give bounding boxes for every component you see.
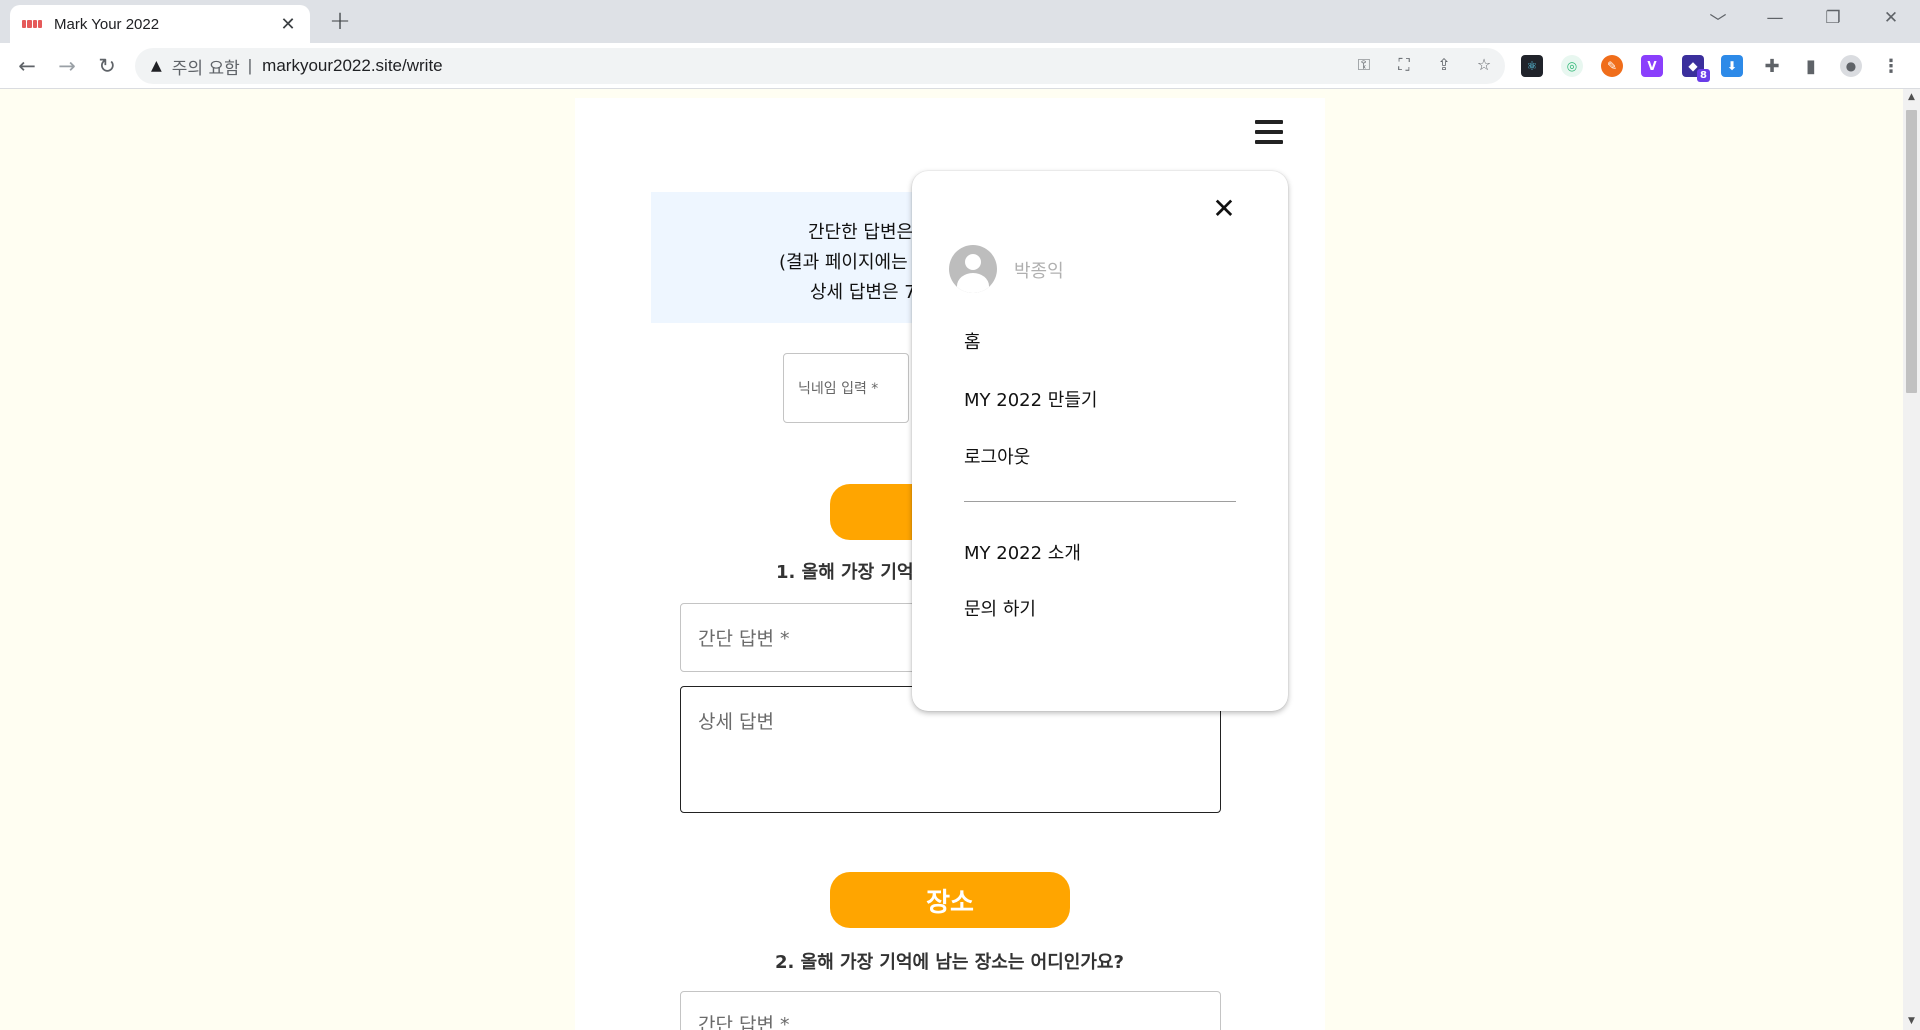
avatar	[949, 245, 997, 293]
browser-tab[interactable]: Mark Your 2022 ✕	[10, 5, 310, 43]
url-separator: |	[247, 56, 253, 75]
section1-detail-placeholder: 상세 답변	[698, 711, 774, 733]
profile-icon[interactable]: ●	[1840, 55, 1862, 77]
scroll-thumb[interactable]	[1906, 110, 1917, 393]
section2-question: 2. 올해 가장 기억에 남는 장소는 어디인가요?	[775, 952, 1124, 973]
nickname-input[interactable]: 닉네임 입력 *	[783, 353, 909, 423]
info-line-2: (결과 페이지에는	[779, 252, 908, 273]
section2-place-button[interactable]: 장소	[830, 872, 1070, 928]
page-scrollbar[interactable]: ▲ ▼	[1903, 89, 1920, 1030]
tab-close-icon[interactable]: ✕	[278, 14, 298, 35]
vue-extension-icon[interactable]: V	[1641, 55, 1663, 77]
browser-tab-bar: Mark Your 2022 ✕ + ﹀ — ❐ ✕	[0, 0, 1920, 43]
menu-item-home[interactable]: 홈	[964, 328, 981, 354]
restore-button[interactable]: ❐	[1818, 8, 1848, 28]
tab-title: Mark Your 2022	[54, 15, 160, 33]
scroll-up-arrow-icon[interactable]: ▲	[1903, 89, 1920, 106]
orange-extension-icon[interactable]: ✎	[1601, 55, 1623, 77]
minimize-button[interactable]: —	[1760, 8, 1790, 28]
section1-question: 1. 올해 가장 기억에	[776, 562, 931, 583]
bookmark-star-icon[interactable]: ☆	[1473, 55, 1495, 74]
section2-short-answer-input[interactable]: 간단 답변 *	[680, 991, 1221, 1030]
reload-button[interactable]: ↻	[91, 50, 123, 82]
react-devtools-extension-icon[interactable]: ⚛	[1521, 55, 1543, 77]
translate-icon[interactable]: ⛶	[1393, 55, 1415, 75]
new-tab-button[interactable]: +	[325, 6, 355, 36]
forward-button[interactable]: →	[51, 50, 83, 82]
password-key-icon[interactable]: ⚿	[1353, 55, 1375, 75]
back-button[interactable]: ←	[11, 50, 43, 82]
address-bar[interactable]: ▲ 주의 요함 | markyour2022.site/write ⚿ ⛶ ⇪ …	[135, 48, 1505, 84]
section2-place-label: 장소	[926, 887, 974, 918]
purple-extension-icon[interactable]: ◆ 8	[1682, 55, 1710, 82]
grammar-extension-icon[interactable]: ◎	[1561, 55, 1583, 77]
hamburger-menu-icon[interactable]	[1255, 120, 1283, 144]
security-warning-label[interactable]: 주의 요함	[172, 54, 240, 79]
tab-search-icon[interactable]: ﹀	[1703, 8, 1733, 33]
menu-item-create-my2022[interactable]: MY 2022 만들기	[964, 386, 1097, 412]
warning-icon[interactable]: ▲	[151, 58, 162, 74]
scroll-down-arrow-icon[interactable]: ▼	[1903, 1013, 1920, 1030]
section1-short-placeholder: 간단 답변 *	[698, 628, 790, 650]
extension-badge: 8	[1697, 69, 1710, 82]
menu-divider	[964, 501, 1236, 502]
info-line-3: 상세 답변은 7	[810, 282, 916, 303]
nickname-placeholder: 닉네임 입력 *	[798, 381, 879, 397]
menu-close-icon[interactable]: ✕	[1210, 195, 1238, 223]
extensions-puzzle-icon[interactable]: ✚	[1761, 55, 1783, 77]
browser-menu-icon[interactable]: ⋮	[1880, 55, 1902, 77]
menu-item-about[interactable]: MY 2022 소개	[964, 539, 1081, 565]
window-close-button[interactable]: ✕	[1876, 8, 1906, 28]
browser-toolbar: ← → ↻ ▲ 주의 요함 | markyour2022.site/write …	[0, 43, 1920, 89]
menu-item-contact[interactable]: 문의 하기	[964, 595, 1036, 621]
share-icon[interactable]: ⇪	[1433, 55, 1455, 74]
url-text[interactable]: markyour2022.site/write	[262, 56, 442, 76]
menu-item-logout[interactable]: 로그아웃	[964, 443, 1030, 469]
section2-short-placeholder: 간단 답변 *	[698, 1014, 790, 1030]
side-panel-icon[interactable]: ▮	[1800, 55, 1822, 77]
side-menu: ✕ 박종익 홈 MY 2022 만들기 로그아웃 MY 2022 소개 문의 하…	[912, 171, 1288, 711]
info-line-1: 간단한 답변은	[808, 222, 914, 243]
username: 박종익	[1014, 261, 1064, 282]
download-extension-icon[interactable]: ⬇	[1721, 55, 1743, 77]
site-favicon-icon	[22, 20, 42, 28]
